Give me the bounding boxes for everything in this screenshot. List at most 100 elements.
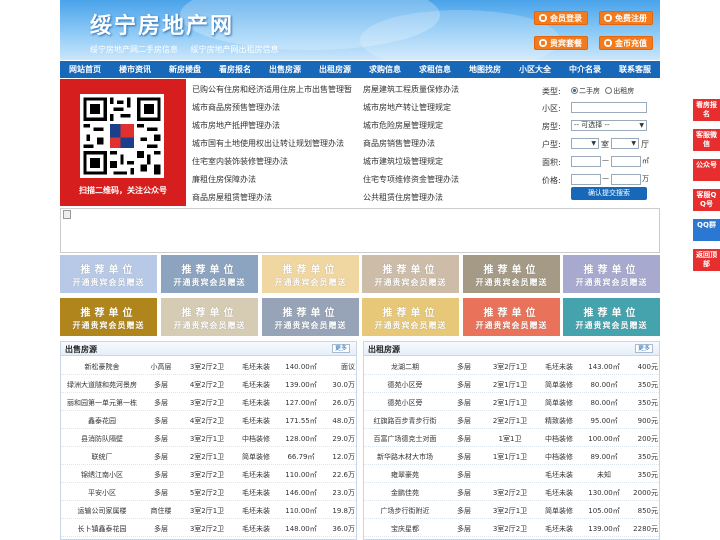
news-item[interactable]: 城市房地产转让管理规定 [363, 102, 451, 113]
nav-contact[interactable]: 联系客服 [610, 61, 660, 78]
nav-sale[interactable]: 出售房源 [260, 61, 310, 78]
listing-name[interactable]: 新松豪院舍 [63, 362, 141, 372]
ad-slot[interactable]: 推荐单位 开通贵宾会员赠送 [60, 255, 157, 293]
nav-rent[interactable]: 出租房源 [310, 61, 360, 78]
float-viewing-signup[interactable]: 看房报名 [693, 99, 720, 121]
float-qq-group[interactable]: QQ群 [693, 219, 720, 241]
ad-slot[interactable]: 推荐单位 开通贵宾会员赠送 [563, 298, 660, 336]
nav-communities[interactable]: 小区大全 [510, 61, 560, 78]
listing-name[interactable]: 金鹏佳苑 [366, 488, 444, 498]
news-item[interactable]: 房屋建筑工程质量保修办法 [363, 84, 459, 95]
listing-name[interactable]: 长卜镇鑫泰花园 [63, 524, 141, 534]
nav-home[interactable]: 网站首页 [60, 61, 110, 78]
listing-row[interactable]: 广场步行街附近 多层 3室2厅1卫 简单装修 105.00㎡ 850元 [364, 501, 659, 519]
listing-name[interactable]: 运输公司家属楼 [63, 506, 141, 516]
listing-row[interactable]: 锦绣江南小区 多层 3室2厅2卫 毛坯未装 110.00㎡ 22.6万 [61, 465, 356, 483]
subtitle-sale[interactable]: 绥宁房地产网二手房信息 [90, 45, 178, 54]
float-qq[interactable]: 客服QQ号 [693, 189, 720, 211]
radio-secondhand[interactable]: 二手房 [571, 87, 600, 95]
listing-name[interactable]: 平安小区 [63, 488, 141, 498]
room-select[interactable]: ▼ [571, 138, 599, 149]
ad-slot[interactable]: 推荐单位 开通贵宾会员赠送 [161, 298, 258, 336]
listing-row[interactable]: 绿洲大道隧和苑河景房 多层 4室2厅2卫 毛坯未装 139.00㎡ 30.0万 [61, 375, 356, 393]
listing-row[interactable]: 红旗路百步青步行街 多层 2室2厅1卫 精致装修 95.00㎡ 900元 [364, 411, 659, 429]
banner-placeholder[interactable] [60, 208, 660, 253]
news-item[interactable]: 商品房屋租赁管理办法 [192, 192, 272, 203]
ad-slot[interactable]: 推荐单位 开通贵宾会员赠送 [262, 255, 359, 293]
community-input[interactable] [571, 102, 647, 113]
ad-slot[interactable]: 推荐单位 开通贵宾会员赠送 [60, 298, 157, 336]
listing-row[interactable]: 德苑小区旁 多层 2室1厅1卫 简单装修 80.00㎡ 350元 [364, 375, 659, 393]
recharge-button[interactable]: 金币充值 [599, 36, 653, 50]
area-min-input[interactable] [571, 156, 601, 167]
price-min-input[interactable] [571, 174, 601, 185]
listing-name[interactable]: 德苑小区旁 [366, 380, 444, 390]
news-item[interactable]: 城市建筑垃圾管理规定 [363, 156, 443, 167]
login-button[interactable]: 会员登录 [534, 11, 588, 25]
ad-slot[interactable]: 推荐单位 开通贵宾会员赠送 [563, 255, 660, 293]
ad-slot[interactable]: 推荐单位 开通贵宾会员赠送 [463, 255, 560, 293]
listing-row[interactable]: 百富广场德克士对面 多层 1室1卫 中档装修 100.00㎡ 200元 [364, 429, 659, 447]
subtitle-rent[interactable]: 绥宁房地产网出租房信息 [191, 45, 279, 54]
listing-name[interactable]: 锦绣江南小区 [63, 470, 141, 480]
radio-rent[interactable]: 出租房 [605, 87, 634, 95]
ad-slot[interactable]: 推荐单位 开通贵宾会员赠送 [161, 255, 258, 293]
listing-row[interactable]: 龙湖二期 多层 3室2厅1卫 毛坯未装 143.00㎡ 400元 [364, 357, 659, 375]
news-item[interactable]: 城市商品房预售管理办法 [192, 102, 280, 113]
listing-row[interactable]: 平安小区 多层 5室2厅2卫 毛坯未装 146.00㎡ 23.0万 [61, 483, 356, 501]
news-item[interactable]: 城市国有土地使用权出让转让规划管理办法 [192, 138, 344, 149]
listing-name[interactable]: 龙湖二期 [366, 362, 444, 372]
listing-name[interactable]: 新华路木材大市场 [366, 452, 444, 462]
news-item[interactable]: 廉租住房保障办法 [192, 174, 256, 185]
listing-row[interactable]: 宝庆星都 多层 3室2厅2卫 毛坯未装 139.00㎡ 2280元 [364, 519, 659, 537]
ad-slot[interactable]: 推荐单位 开通贵宾会员赠送 [362, 298, 459, 336]
listing-name[interactable]: 雍翠豪苑 [366, 470, 444, 480]
listing-row[interactable]: 县消防队隔壁 多层 3室2厅1卫 中档装修 128.00㎡ 29.0万 [61, 429, 356, 447]
news-item[interactable]: 住宅专项维修资金管理办法 [363, 174, 459, 185]
listing-row[interactable]: 长卜镇鑫泰花园 多层 3室2厅2卫 毛坯未装 148.00㎡ 36.0万 [61, 519, 356, 537]
listing-name[interactable]: 红旗路百步青步行街 [366, 416, 444, 426]
listing-name[interactable]: 百富广场德克士对面 [366, 434, 444, 444]
listing-name[interactable]: 宝庆星都 [366, 524, 444, 534]
ad-slot[interactable]: 推荐单位 开通贵宾会员赠送 [362, 255, 459, 293]
search-submit-button[interactable]: 确认提交搜索 [571, 187, 647, 200]
listing-name[interactable]: 德苑小区旁 [366, 398, 444, 408]
hall-select[interactable]: ▼ [611, 138, 639, 149]
nav-want-buy[interactable]: 求购信息 [360, 61, 410, 78]
news-item[interactable]: 商品房销售管理办法 [363, 138, 435, 149]
listing-name[interactable]: 绿洲大道隧和苑河景房 [63, 380, 141, 390]
register-button[interactable]: 免费注册 [599, 11, 653, 25]
nav-news[interactable]: 楼市资讯 [110, 61, 160, 78]
listing-row[interactable]: 金鹏佳苑 多层 3室2厅2卫 毛坯未装 130.00㎡ 2000元 [364, 483, 659, 501]
news-item[interactable]: 已购公有住房和经济适用住房上市出售管理暂 [192, 84, 352, 95]
sale-more-button[interactable]: 更多 [332, 344, 350, 353]
area-max-input[interactable] [611, 156, 641, 167]
ad-slot[interactable]: 推荐单位 开通贵宾会员赠送 [463, 298, 560, 336]
site-title[interactable]: 绥宁房地产网 [90, 8, 234, 40]
listing-row[interactable]: 丽和园第一单元第一栋 多层 3室2厅2卫 毛坯未装 127.00㎡ 26.0万 [61, 393, 356, 411]
house-type-select[interactable]: -- 可选择 -- ▼ [571, 120, 647, 131]
float-back-to-top[interactable]: 返回顶部 [693, 249, 720, 271]
vip-package-button[interactable]: 贵宾套餐 [534, 36, 588, 50]
nav-map[interactable]: 地图找房 [460, 61, 510, 78]
listing-row[interactable]: 雍翠豪苑 多层 毛坯未装 未知 350元 [364, 465, 659, 483]
price-max-input[interactable] [611, 174, 641, 185]
listing-row[interactable]: 联统厂 多层 2室2厅1卫 简单装修 66.79㎡ 12.0万 [61, 447, 356, 465]
nav-agents[interactable]: 中介名录 [560, 61, 610, 78]
nav-want-rent[interactable]: 求租信息 [410, 61, 460, 78]
float-wechat[interactable]: 客服微信 [693, 129, 720, 151]
listing-name[interactable]: 联统厂 [63, 452, 141, 462]
rent-more-button[interactable]: 更多 [635, 344, 653, 353]
listing-row[interactable]: 新华路木材大市场 多层 1室1厅1卫 中档装修 89.00㎡ 350元 [364, 447, 659, 465]
listing-row[interactable]: 运输公司家属楼 商住楼 3室2厅1卫 毛坯未装 110.00㎡ 19.8万 [61, 501, 356, 519]
listing-row[interactable]: 德苑小区旁 多层 2室1厅1卫 简单装修 80.00㎡ 350元 [364, 393, 659, 411]
float-official-account[interactable]: 公众号 [693, 159, 720, 181]
ad-slot[interactable]: 推荐单位 开通贵宾会员赠送 [262, 298, 359, 336]
news-item[interactable]: 城市危险房屋管理规定 [363, 120, 443, 131]
listing-name[interactable]: 鑫泰花园 [63, 416, 141, 426]
listing-name[interactable]: 广场步行街附近 [366, 506, 444, 516]
listing-row[interactable]: 鑫泰花园 多层 4室2厅2卫 毛坯未装 171.55㎡ 48.0万 [61, 411, 356, 429]
listing-row[interactable]: 新松豪院舍 小高层 3室2厅2卫 毛坯未装 140.00㎡ 面议 [61, 357, 356, 375]
nav-new-homes[interactable]: 新房楼盘 [160, 61, 210, 78]
listing-name[interactable]: 县消防队隔壁 [63, 434, 141, 444]
